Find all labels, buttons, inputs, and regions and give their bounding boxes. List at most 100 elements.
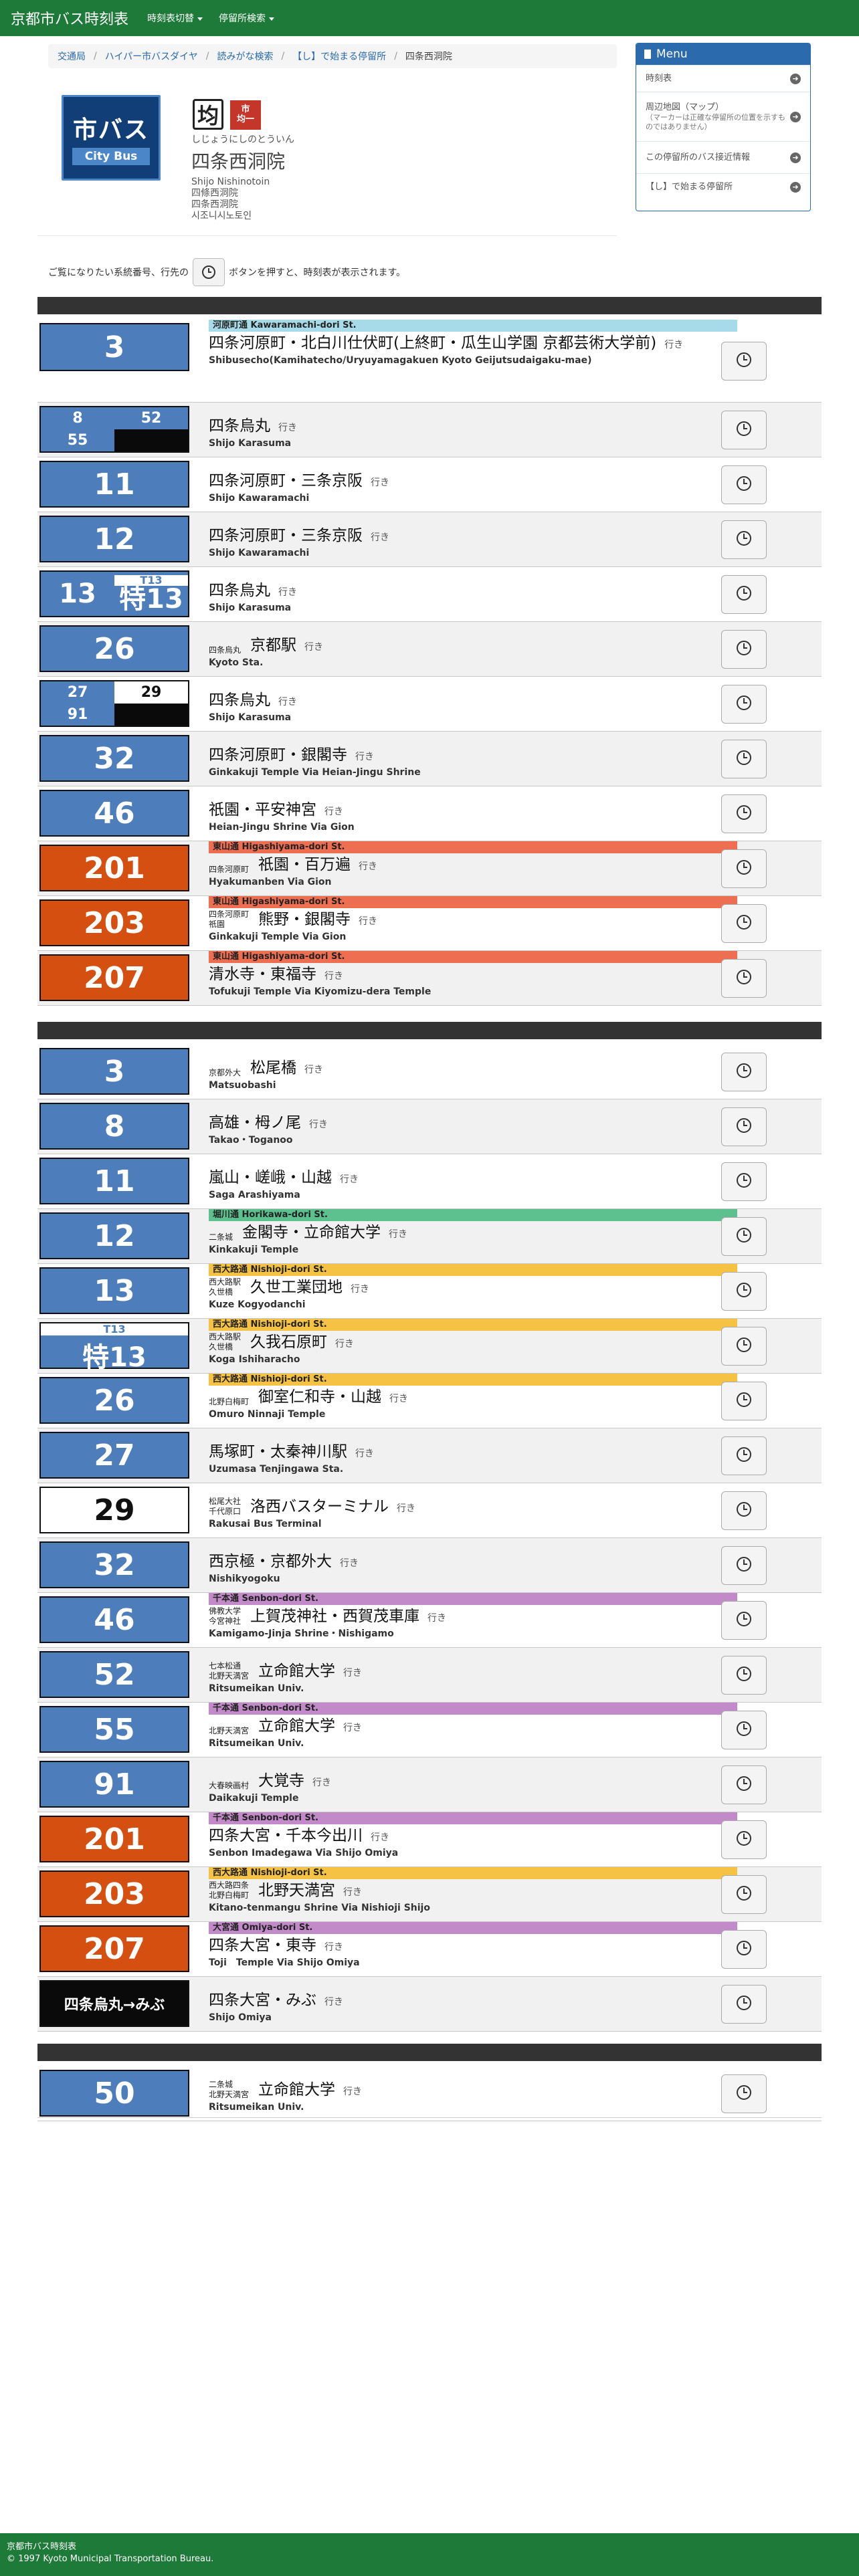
route-number-button[interactable]: 207 (39, 1925, 189, 1972)
timetable-button[interactable] (721, 685, 767, 724)
timetable-button[interactable] (721, 959, 767, 998)
timetable-button[interactable] (721, 1546, 767, 1585)
timetable-button[interactable] (721, 1765, 767, 1804)
timetable-button[interactable] (721, 1053, 767, 1091)
destination-block[interactable]: 四条河原町・銀閣寺 行き Ginkakuji Temple Via Heian-Ji… (209, 732, 737, 778)
breadcrumb-link[interactable]: 【し】で始まる停留所 (292, 49, 386, 63)
destination-block[interactable]: 東山通 Higashiyama-dori St. 四条河原町 祇園・百万遍 行き Hya… (209, 841, 737, 888)
route-number-button[interactable]: 201 (39, 1816, 189, 1862)
timetable-button[interactable] (721, 1436, 767, 1475)
timetable-switch-menu[interactable]: 時刻表切替 (147, 11, 203, 25)
destination-block[interactable]: 千本通 Senbon-dori St. 北野天満宮 立命館大学 行き Ritsumeik… (209, 1703, 737, 1749)
timetable-button[interactable] (721, 1820, 767, 1859)
timetable-button[interactable] (721, 1107, 767, 1146)
timetable-button[interactable] (721, 849, 767, 888)
route-number-button[interactable]: 8 52 55 (39, 406, 189, 453)
destination-block[interactable]: 四条河原町・三条京阪 行き Shijo Kawaramachi (209, 457, 737, 504)
timetable-button[interactable] (721, 630, 767, 669)
route-number-button[interactable]: 207 (39, 954, 189, 1001)
destination-block[interactable]: 嵐山・嵯峨・山越 行き Saga Arashiyama (209, 1154, 737, 1201)
route-number-button[interactable]: 3 (39, 1048, 189, 1095)
route-number-button[interactable]: 11 (39, 1158, 189, 1204)
timetable-button[interactable] (721, 1162, 767, 1201)
menu-item-timetable[interactable]: 時刻表 ➜ (636, 65, 810, 92)
route-number-button[interactable]: 13 T13 特13 (39, 570, 189, 617)
destination-block[interactable]: 西大路通 Nishioji-dori St. 北野白梅町 御室仁和寺・山越 行き Omu… (209, 1374, 737, 1420)
destination-block[interactable]: 東山通 Higashiyama-dori St. 四条河原町 祇園 熊野・銀閣寺 行き… (209, 896, 737, 943)
menu-item-map[interactable]: 周辺地図（マップ） （マーカーは正確な停留所の位置を示すものではありません） ➜ (636, 92, 810, 141)
route-number-button[interactable]: 46 (39, 790, 189, 837)
destination-block[interactable]: 大春映画村 大覚寺 行き Daikakuji Temple (209, 1757, 737, 1804)
destination-block[interactable]: 四条烏丸 京都駅 行き Kyoto Sta. (209, 622, 737, 669)
route-number-button[interactable]: 32 (39, 735, 189, 782)
timetable-button[interactable] (721, 740, 767, 778)
timetable-button[interactable] (721, 1985, 767, 2024)
route-number-button[interactable]: T13 特13 (39, 1322, 189, 1373)
timetable-button[interactable] (721, 411, 767, 449)
timetable-button[interactable] (721, 1656, 767, 1695)
destination-block[interactable]: 西大路通 Nishioji-dori St. 西大路駅 久世橋 久世工業団地 行き Ku… (209, 1264, 737, 1311)
timetable-button[interactable] (721, 1711, 767, 1749)
route-number-button[interactable]: 3 (39, 323, 189, 371)
destination-block[interactable]: 四条河原町・三条京阪 行き Shijo Kawaramachi (209, 512, 737, 559)
destination-block[interactable]: 河原町通 Kawaramachi-dori St. 四条河原町・北白川仕伏町(上終… (209, 320, 737, 366)
route-number-button[interactable]: 26 (39, 1377, 189, 1424)
route-number-button[interactable]: 50 (39, 2070, 189, 2117)
timetable-button[interactable] (721, 1327, 767, 1366)
destination-block[interactable]: 西京極・京都外大 行き Nishikyogoku (209, 1538, 737, 1585)
destination-block[interactable]: 馬塚町・太秦神川駅 行き Uzumasa Tenjingawa Sta. (209, 1428, 737, 1475)
route-number-button[interactable]: 29 (39, 1487, 189, 1533)
destination-block[interactable]: 四条烏丸 行き Shijo Karasuma (209, 403, 737, 449)
timetable-button[interactable] (721, 520, 767, 559)
destination-block[interactable]: 松尾大社 千代原口 洛西バスターミナル 行き Rakusai Bus Terminal (209, 1483, 737, 1530)
route-number-button[interactable]: 8 (39, 1103, 189, 1150)
timetable-button[interactable] (721, 1382, 767, 1420)
destination-block[interactable]: 西大路通 Nishioji-dori St. 西大路駅 久世橋 久我石原町 行き Kog… (209, 1319, 737, 1366)
timetable-button[interactable] (721, 1875, 767, 1914)
route-number-button[interactable]: 四条烏丸→みぶ (39, 1980, 189, 2027)
route-number-button[interactable]: 11 (39, 461, 189, 508)
timetable-button[interactable] (721, 1491, 767, 1530)
route-number-button[interactable]: 55 (39, 1706, 189, 1753)
destination-block[interactable]: 高雄・栂ノ尾 行き Takao・Toganoo (209, 1099, 737, 1146)
route-number-button[interactable]: 203 (39, 899, 189, 946)
timetable-button[interactable] (721, 2074, 767, 2113)
destination-block[interactable]: 四条烏丸 行き Shijo Karasuma (209, 567, 737, 614)
timetable-button[interactable] (721, 904, 767, 943)
breadcrumb-link[interactable]: 交通局 (58, 49, 86, 63)
destination-block[interactable]: 四条大宮・みぶ 行き Shijo Omiya (209, 1977, 737, 2024)
timetable-button[interactable] (721, 1272, 767, 1311)
destination-block[interactable]: 堀川通 Horikawa-dori St. 二条城 金閣寺・立命館大学 行き Kinka… (209, 1209, 737, 1256)
timetable-button[interactable] (721, 1217, 767, 1256)
timetable-button[interactable] (721, 342, 767, 381)
route-number-button[interactable]: 12 (39, 1212, 189, 1259)
route-number-button[interactable]: 52 (39, 1651, 189, 1698)
route-number-button[interactable]: 91 (39, 1761, 189, 1808)
route-number-button[interactable]: 27 (39, 1432, 189, 1479)
timetable-button[interactable] (721, 465, 767, 504)
destination-block[interactable]: 四条烏丸 行き Shijo Karasuma (209, 677, 737, 724)
route-number-button[interactable]: 12 (39, 516, 189, 562)
destination-block[interactable]: 祇園・平安神宮 行き Heian-Jingu Shrine Via Gion (209, 786, 737, 833)
destination-block[interactable]: 大宮通 Omiya-dori St. 四条大宮・東寺 行き Toji Temple V… (209, 1922, 737, 1969)
timetable-button[interactable] (721, 1930, 767, 1969)
destination-block[interactable]: 東山通 Higashiyama-dori St. 清水寺・東福寺 行き Tofukuj… (209, 951, 737, 998)
route-number-button[interactable]: 46 (39, 1596, 189, 1643)
brand-title[interactable]: 京都市バス時刻表 (11, 7, 128, 29)
menu-item-stops-starting-shi[interactable]: 【し】で始まる停留所 ➜ (636, 173, 810, 200)
destination-block[interactable]: 京都外大 松尾橋 行き Matsuobashi (209, 1045, 737, 1091)
route-number-button[interactable]: 203 (39, 1870, 189, 1917)
route-number-button[interactable]: 26 (39, 625, 189, 672)
route-number-button[interactable]: 201 (39, 845, 189, 891)
route-number-button[interactable]: 13 (39, 1267, 189, 1314)
destination-block[interactable]: 千本通 Senbon-dori St. 四条大宮・千本今出川 行き Senbon Im… (209, 1812, 737, 1859)
destination-block[interactable]: 西大路通 Nishioji-dori St. 西大路四条 北野白梅町 北野天満宮 行き… (209, 1867, 737, 1914)
stop-search-menu[interactable]: 停留所検索 (219, 11, 275, 25)
route-number-button[interactable]: 27 29 91 (39, 680, 189, 727)
timetable-button[interactable] (721, 794, 767, 833)
destination-block[interactable]: 七本松通 北野天満宮 立命館大学 行き Ritsumeikan Univ. (209, 1648, 737, 1695)
menu-item-approach-info[interactable]: この停留所のバス接近情報 ➜ (636, 141, 810, 173)
timetable-button[interactable] (721, 1601, 767, 1640)
timetable-button[interactable] (721, 575, 767, 614)
destination-block[interactable]: 二条城 北野天満宮 立命館大学 行き Ritsumeikan Univ. (209, 2066, 737, 2113)
